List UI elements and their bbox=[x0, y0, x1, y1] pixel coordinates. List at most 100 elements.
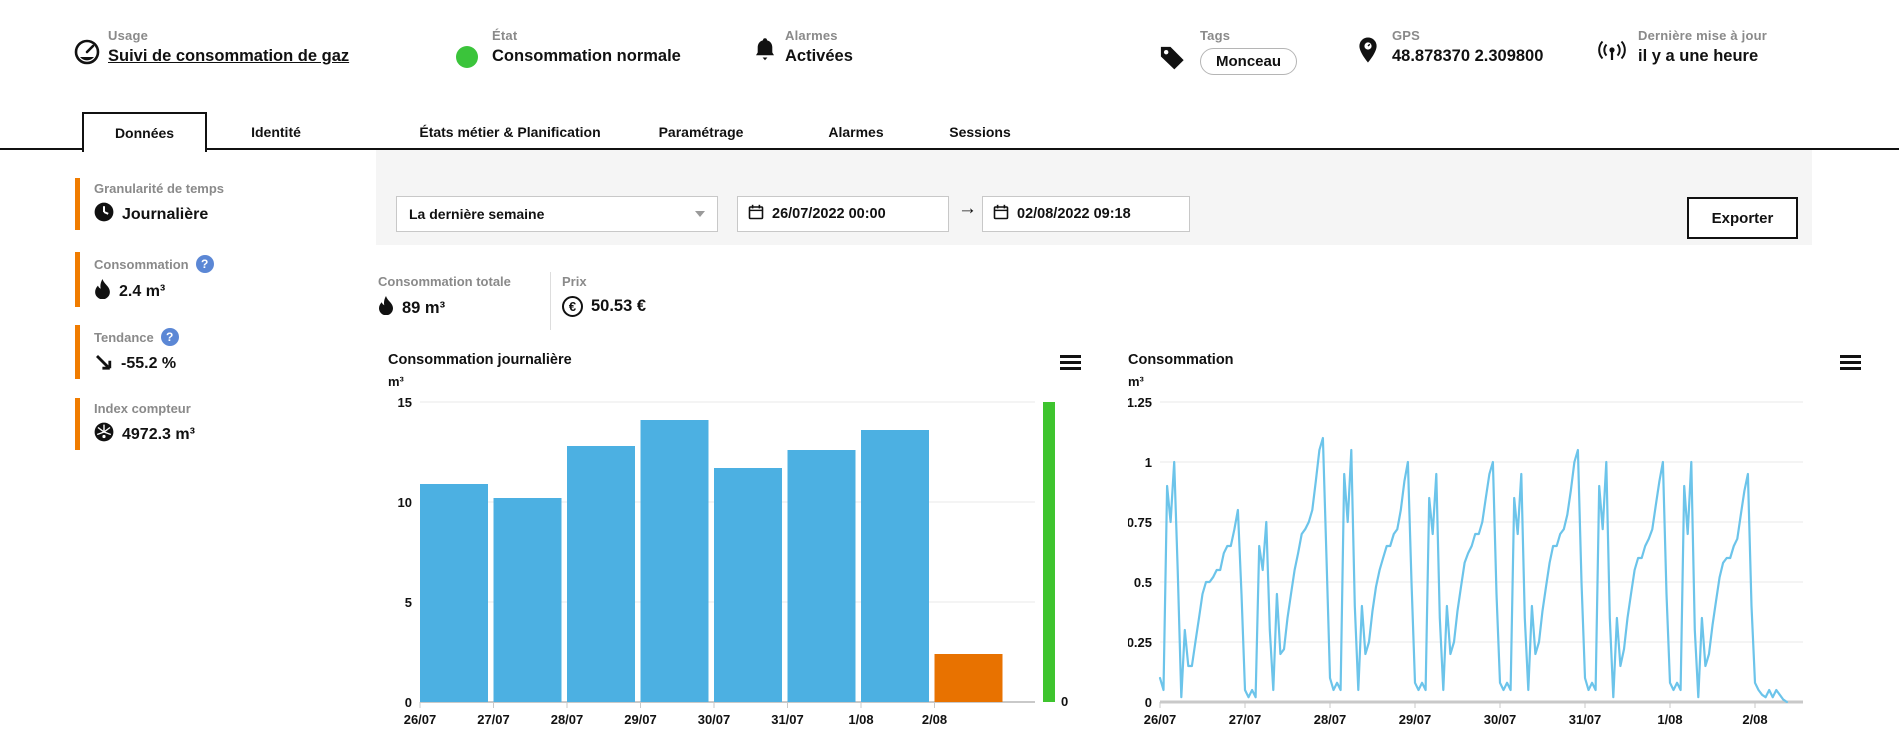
last-update-value: il y a une heure bbox=[1638, 47, 1759, 65]
tags-block: Tags Monceau bbox=[1200, 28, 1298, 75]
svg-text:28/07: 28/07 bbox=[551, 712, 584, 727]
sidebar-card-consommation: Consommation ? 2.4 m³ bbox=[75, 252, 361, 307]
date-from-input[interactable]: 26/07/2022 00:00 bbox=[737, 196, 949, 232]
antenna-icon bbox=[1596, 40, 1628, 71]
calendar-icon bbox=[993, 204, 1009, 224]
bar-chart-menu-icon[interactable] bbox=[1060, 355, 1081, 373]
kpi-prix: Prix € 50.53 € bbox=[562, 274, 646, 317]
svg-text:31/07: 31/07 bbox=[1569, 712, 1602, 727]
index-label: Index compteur bbox=[94, 401, 191, 416]
consommation-help-icon[interactable]: ? bbox=[195, 255, 214, 273]
svg-text:0: 0 bbox=[405, 695, 412, 710]
sidebar-card-tendance: Tendance ? -55.2 % bbox=[75, 325, 361, 379]
svg-text:0: 0 bbox=[1145, 695, 1152, 710]
alarmes-label: Alarmes bbox=[785, 28, 838, 43]
bar-chart-title: Consommation journalière bbox=[388, 352, 572, 368]
bell-icon bbox=[752, 36, 778, 69]
tendance-label: Tendance bbox=[94, 329, 154, 345]
sidebar-card-index: Index compteur 4972.3 m³ bbox=[75, 398, 361, 450]
last-update-block: Dernière mise à jour il y a une heure bbox=[1638, 28, 1767, 66]
svg-text:2/08: 2/08 bbox=[1742, 712, 1767, 727]
svg-text:26/07: 26/07 bbox=[404, 712, 437, 727]
flame-icon bbox=[378, 296, 394, 320]
period-select[interactable]: La dernière semaine bbox=[396, 196, 718, 232]
svg-text:5: 5 bbox=[405, 595, 412, 610]
svg-text:29/07: 29/07 bbox=[1399, 712, 1432, 727]
line-chart-menu-icon[interactable] bbox=[1840, 355, 1861, 373]
bar-chart-unit: m³ bbox=[388, 374, 404, 389]
euro-icon: € bbox=[562, 296, 583, 317]
tag-chip[interactable]: Monceau bbox=[1200, 48, 1298, 75]
svg-text:2/08: 2/08 bbox=[922, 712, 947, 727]
consommation-value: 2.4 m³ bbox=[119, 282, 166, 300]
gps-block: GPS 48.878370 2.309800 bbox=[1392, 28, 1543, 66]
etat-label: État bbox=[492, 28, 518, 43]
gps-pin-icon bbox=[1356, 36, 1380, 71]
svg-text:28/07: 28/07 bbox=[1314, 712, 1347, 727]
svg-text:30/07: 30/07 bbox=[1484, 712, 1517, 727]
chevron-down-icon bbox=[695, 211, 705, 217]
gps-value: 48.878370 2.309800 bbox=[1392, 47, 1544, 65]
svg-text:0: 0 bbox=[1061, 694, 1068, 709]
trend-down-icon bbox=[94, 352, 113, 376]
usage-gauge-icon bbox=[73, 38, 101, 71]
kpi-divider bbox=[550, 272, 551, 330]
period-select-value: La dernière semaine bbox=[409, 206, 545, 222]
granularite-value: Journalière bbox=[122, 205, 209, 223]
tab-sessions[interactable]: Sessions bbox=[949, 124, 1010, 140]
etat-value: Consommation normale bbox=[492, 47, 681, 65]
last-update-label: Dernière mise à jour bbox=[1638, 28, 1767, 43]
alarmes-block: Alarmes Activées bbox=[785, 28, 853, 66]
tab-donnees[interactable]: Données bbox=[82, 112, 207, 152]
line-chart: 0 0.25 0.5 0.75 1 1.25 26/07 27/07 28/07 29/07 30/… bbox=[1128, 395, 1803, 727]
tendance-help-icon[interactable]: ? bbox=[160, 328, 179, 346]
usage-label: Usage bbox=[108, 28, 149, 43]
svg-text:27/07: 27/07 bbox=[477, 712, 510, 727]
status-dot bbox=[456, 46, 478, 68]
bar-chart: 0 5 10 15 26/07 27/07 28/07 29/07 30/07 31/07 1/08… bbox=[398, 395, 1069, 727]
svg-text:15: 15 bbox=[398, 395, 412, 410]
tags-label: Tags bbox=[1200, 28, 1231, 43]
clock-icon bbox=[94, 202, 114, 227]
svg-text:0.25: 0.25 bbox=[1128, 635, 1152, 650]
svg-text:0.75: 0.75 bbox=[1128, 515, 1152, 530]
svg-text:1/08: 1/08 bbox=[848, 712, 873, 727]
date-to-value: 02/08/2022 09:18 bbox=[1017, 206, 1131, 222]
etat-block: État Consommation normale bbox=[492, 28, 681, 66]
arrow-right-icon: → bbox=[958, 198, 977, 219]
usage-link[interactable]: Suivi de consommation de gaz bbox=[108, 47, 349, 66]
usage-block: Usage Suivi de consommation de gaz bbox=[108, 28, 349, 66]
svg-text:26/07: 26/07 bbox=[1144, 712, 1177, 727]
calendar-icon bbox=[748, 204, 764, 224]
svg-text:10: 10 bbox=[398, 495, 412, 510]
svg-text:1/08: 1/08 bbox=[1657, 712, 1682, 727]
svg-text:29/07: 29/07 bbox=[624, 712, 657, 727]
line-chart-title: Consommation bbox=[1128, 352, 1234, 368]
tab-etats-metier-planification[interactable]: États métier & Planification bbox=[419, 124, 600, 140]
consommation-label: Consommation bbox=[94, 256, 189, 272]
granularite-label: Granularité de temps bbox=[94, 181, 225, 196]
svg-text:31/07: 31/07 bbox=[771, 712, 804, 727]
gps-label: GPS bbox=[1392, 28, 1421, 43]
svg-text:27/07: 27/07 bbox=[1229, 712, 1262, 727]
export-button[interactable]: Exporter bbox=[1687, 197, 1798, 239]
index-value: 4972.3 m³ bbox=[122, 425, 195, 443]
tab-parametrage[interactable]: Paramétrage bbox=[659, 124, 744, 140]
kpi-prix-value: 50.53 € bbox=[591, 297, 647, 315]
svg-text:1: 1 bbox=[1145, 455, 1152, 470]
svg-text:30/07: 30/07 bbox=[698, 712, 731, 727]
tab-alarmes[interactable]: Alarmes bbox=[828, 124, 883, 140]
svg-text:0.5: 0.5 bbox=[1134, 575, 1152, 590]
device-dashboard: Usage Suivi de consommation de gaz État … bbox=[0, 0, 1899, 744]
svg-text:1.25: 1.25 bbox=[1128, 395, 1152, 410]
kpi-total: Consommation totale 89 m³ bbox=[378, 274, 511, 320]
tag-icon bbox=[1158, 44, 1186, 77]
sidebar-card-granularite: Granularité de temps Journalière bbox=[75, 178, 361, 230]
flame-icon bbox=[94, 279, 111, 304]
kpi-prix-label: Prix bbox=[562, 274, 587, 289]
date-to-input[interactable]: 02/08/2022 09:18 bbox=[982, 196, 1190, 232]
tab-identite[interactable]: Identité bbox=[251, 124, 301, 140]
date-from-value: 26/07/2022 00:00 bbox=[772, 206, 886, 222]
line-chart-unit: m³ bbox=[1128, 374, 1144, 389]
kpi-total-value: 89 m³ bbox=[402, 298, 446, 317]
